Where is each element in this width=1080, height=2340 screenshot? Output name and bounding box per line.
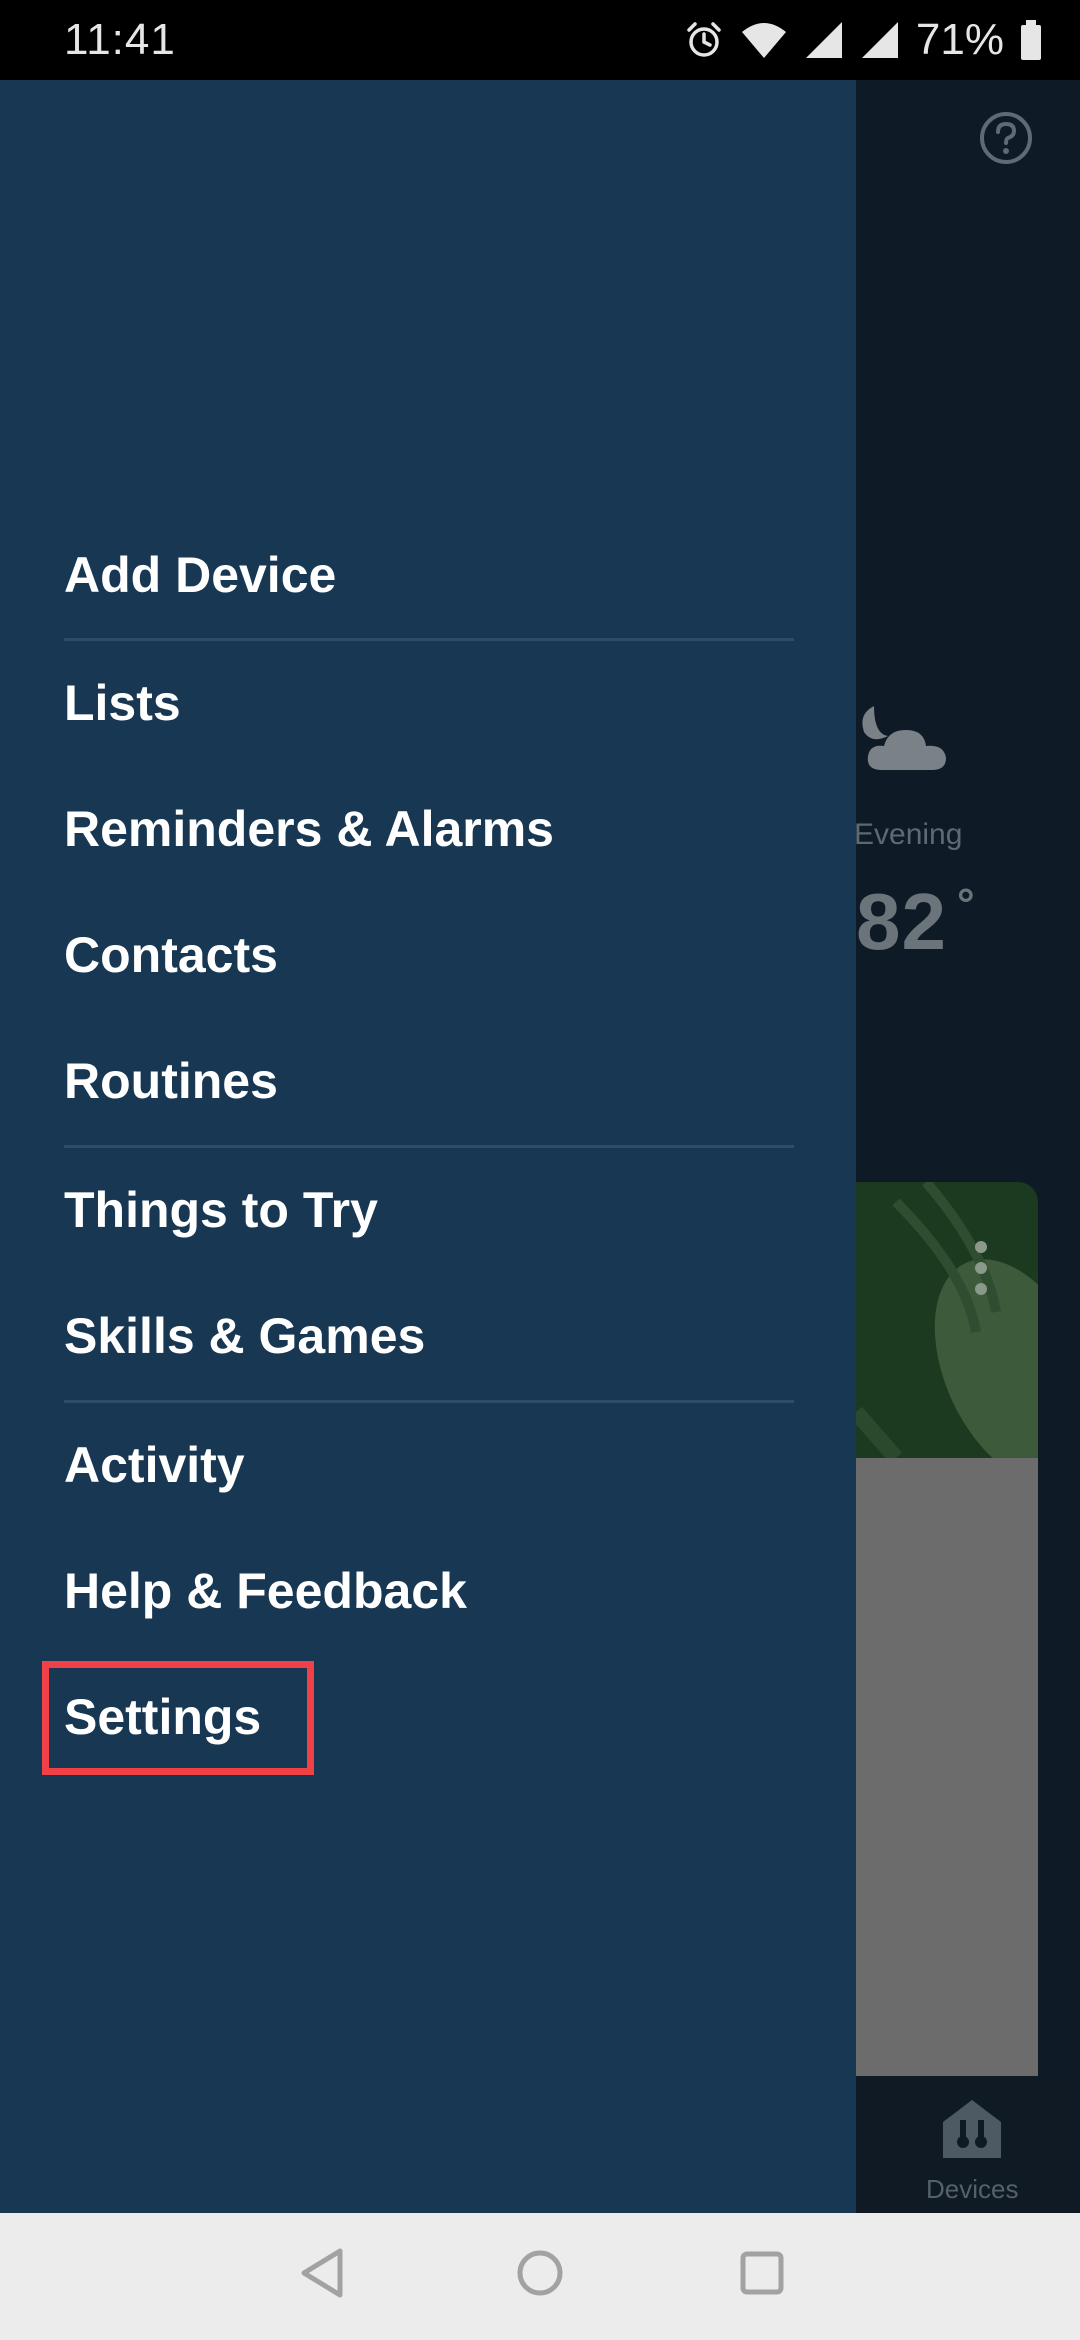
menu-item-routines[interactable]: Routines — [64, 1051, 278, 1111]
promo-card-image[interactable] — [856, 1182, 1038, 1458]
devices-nav-label[interactable]: Devices — [926, 2174, 1018, 2205]
promo-card-body[interactable] — [856, 1458, 1038, 2076]
help-icon[interactable] — [978, 110, 1034, 166]
weather-label: Evening — [854, 818, 963, 851]
menu-item-reminders-alarms[interactable]: Reminders & Alarms — [64, 799, 554, 859]
back-icon[interactable] — [294, 2243, 354, 2303]
menu-divider — [64, 1400, 794, 1403]
alarm-icon — [687, 22, 721, 57]
weather-temperature: 82 ° — [856, 877, 976, 966]
menu-item-things-to-try[interactable]: Things to Try — [64, 1180, 378, 1240]
menu-divider — [64, 1145, 794, 1148]
status-bar: 11:41 71% — [0, 0, 1080, 80]
menu-item-help-feedback[interactable]: Help & Feedback — [64, 1561, 467, 1621]
menu-item-settings[interactable]: Settings — [64, 1687, 261, 1747]
status-time: 11:41 — [64, 15, 176, 64]
home-icon[interactable] — [510, 2243, 570, 2303]
status-icons: 71% — [684, 12, 1042, 68]
signal-icon — [861, 22, 898, 58]
battery-percent: 71% — [915, 15, 1004, 64]
menu-item-activity[interactable]: Activity — [64, 1435, 245, 1495]
weather-moon-cloud-icon — [862, 706, 946, 770]
devices-icon[interactable] — [941, 2098, 1003, 2160]
promo-card-illustration — [856, 1182, 1038, 1458]
menu-item-add-device[interactable]: Add Device — [64, 545, 336, 605]
menu-item-contacts[interactable]: Contacts — [64, 925, 278, 985]
recents-icon[interactable] — [732, 2243, 792, 2303]
signal-icon — [805, 22, 842, 58]
more-options-icon[interactable] — [974, 1240, 988, 1296]
wifi-icon — [741, 23, 786, 58]
menu-divider — [64, 638, 794, 641]
battery-icon — [1021, 20, 1041, 60]
menu-item-lists[interactable]: Lists — [64, 673, 181, 733]
system-nav-bar — [0, 2213, 1080, 2340]
menu-item-skills-games[interactable]: Skills & Games — [64, 1306, 425, 1366]
